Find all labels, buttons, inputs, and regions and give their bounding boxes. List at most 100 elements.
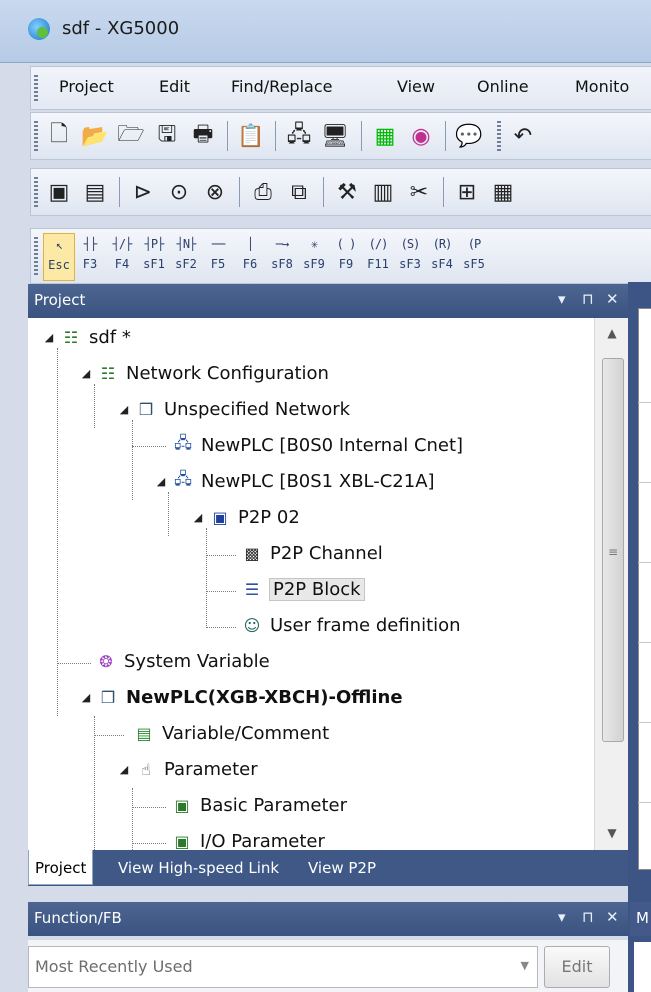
- open-folder-icon[interactable]: 📂: [81, 122, 109, 150]
- tree-item-p2p-02[interactable]: ◢ ▣ P2P 02: [191, 502, 300, 532]
- tree-item-p2p-channel[interactable]: ▩ P2P Channel: [240, 538, 382, 568]
- clipboard-icon[interactable]: 📋: [237, 122, 265, 150]
- toolbar-grip[interactable]: [34, 237, 38, 275]
- read-icon[interactable]: ⧉: [285, 178, 313, 206]
- print-icon[interactable]: 🖶: [189, 122, 217, 150]
- stop-icon[interactable]: ⊙: [165, 178, 193, 206]
- tree-item-newplc-offline[interactable]: ◢ ❒ NewPLC(XGB-XBCH)-Offline: [79, 682, 403, 712]
- comment-icon[interactable]: 💬: [455, 122, 483, 150]
- pin-icon[interactable]: ⊓: [582, 908, 594, 926]
- edit-button[interactable]: Edit: [544, 946, 610, 988]
- menu-find-replace[interactable]: Find/Replace: [231, 77, 332, 96]
- panel-dropdown-icon[interactable]: ▾: [558, 290, 566, 308]
- collapse-arrow-icon[interactable]: ◢: [79, 691, 93, 704]
- ladder-nc-contact-button[interactable]: ┤/├ F4: [107, 233, 137, 279]
- project-panel-header: Project ▾ ⊓ ✕: [28, 284, 628, 318]
- ladder-coil-button[interactable]: ( ) F9: [331, 233, 361, 279]
- scroll-thumb[interactable]: ≡: [602, 358, 624, 742]
- plc-network-icon: 🖧: [174, 468, 192, 488]
- pause-icon[interactable]: ⊗: [201, 178, 229, 206]
- scroll-up-icon[interactable]: ▲: [595, 318, 629, 348]
- menu-view[interactable]: View: [397, 77, 435, 96]
- tree-item-user-frame-definition[interactable]: ☺ User frame definition: [240, 610, 461, 640]
- ladder-vline-button[interactable]: │ F6: [235, 233, 265, 279]
- ladder-reset-coil-button[interactable]: (R) sF4: [427, 233, 457, 279]
- function-panel-title: Function/FB: [34, 909, 122, 927]
- pin-icon[interactable]: ⊓: [582, 290, 594, 308]
- menu-online[interactable]: Online: [477, 77, 529, 96]
- color-wheel-icon[interactable]: ◉: [407, 122, 435, 150]
- ladder-hline-button[interactable]: ── F5: [203, 233, 233, 279]
- ladder-p-coil-button[interactable]: (P sF5: [459, 233, 489, 279]
- tree-connector: [132, 420, 133, 500]
- function-category-combo[interactable]: Most Recently Used ▼: [28, 946, 538, 988]
- compare-icon[interactable]: ⊞: [453, 178, 481, 206]
- write-icon[interactable]: ⎙: [249, 178, 277, 206]
- grid-line: [638, 402, 651, 403]
- parameter-hand-icon: ☝: [141, 759, 151, 779]
- toolbar-grip[interactable]: [497, 121, 501, 151]
- menu-edit[interactable]: Edit: [159, 77, 190, 96]
- collapse-arrow-icon[interactable]: ◢: [154, 475, 168, 488]
- collapse-arrow-icon[interactable]: ◢: [191, 511, 205, 524]
- menu-monitor[interactable]: Monito: [575, 77, 629, 96]
- editor-document-edge[interactable]: [638, 308, 651, 870]
- close-icon[interactable]: ✕: [606, 908, 619, 926]
- ladder-p-contact-button[interactable]: ┤P├ sF1: [139, 233, 169, 279]
- tree-item-io-parameter[interactable]: ▣ I/O Parameter: [170, 826, 324, 851]
- tree-item-system-variable[interactable]: ❂ System Variable: [94, 646, 269, 676]
- toolbar-separator: [275, 121, 276, 151]
- collapse-arrow-icon[interactable]: ◢: [117, 403, 131, 416]
- collapse-arrow-icon[interactable]: ◢: [79, 367, 93, 380]
- network-settings-icon[interactable]: 🖥: [321, 122, 349, 150]
- module-icon[interactable]: ▥: [369, 178, 397, 206]
- new-file-icon[interactable]: 🗋: [45, 122, 73, 150]
- cut-icon[interactable]: ✂: [405, 178, 433, 206]
- tree-item-basic-parameter[interactable]: ▣ Basic Parameter: [170, 790, 347, 820]
- network-connect-icon[interactable]: 🖧: [285, 122, 313, 150]
- tree-item-unspecified-network[interactable]: ◢ ❒ Unspecified Network: [117, 394, 350, 424]
- monitor-icon[interactable]: ▦: [371, 122, 399, 150]
- device-icon[interactable]: ▣: [45, 178, 73, 206]
- tool-icon[interactable]: ⚒: [333, 178, 361, 206]
- grid-icon[interactable]: ▦: [489, 178, 517, 206]
- tree-connector: [206, 528, 207, 628]
- ladder-set-coil-button[interactable]: (S) sF3: [395, 233, 425, 279]
- open-project-icon[interactable]: 🗁: [117, 122, 145, 150]
- menubar-grip[interactable]: [34, 75, 38, 101]
- chevron-down-icon[interactable]: ▼: [521, 959, 529, 972]
- run-icon[interactable]: ⊳: [129, 178, 157, 206]
- project-panel-title: Project: [34, 291, 86, 309]
- tree-connector: [57, 348, 58, 716]
- scroll-down-icon[interactable]: ▼: [595, 818, 629, 848]
- tree-item-newplc-b0s1[interactable]: ◢ 🖧 NewPLC [B0S1 XBL-C21A]: [154, 466, 435, 496]
- ladder-contact-button[interactable]: ┤├ F3: [75, 233, 105, 279]
- save-icon[interactable]: 🖫: [153, 122, 181, 150]
- tree-item-parameter[interactable]: ◢ ☝ Parameter: [117, 754, 258, 784]
- tree-item-variable-comment[interactable]: ▤ Variable/Comment: [132, 718, 329, 748]
- tree-scrollbar[interactable]: ▲ ≡ ▼: [594, 318, 629, 850]
- ladder-invert-button[interactable]: ✳ sF9: [299, 233, 329, 279]
- panel-dropdown-icon[interactable]: ▾: [558, 908, 566, 926]
- close-icon[interactable]: ✕: [606, 290, 619, 308]
- ladder-esc-button[interactable]: ↖ Esc: [43, 233, 75, 281]
- toolbar-grip[interactable]: [34, 177, 38, 207]
- collapse-arrow-icon[interactable]: ◢: [42, 331, 56, 344]
- collapse-arrow-icon[interactable]: ◢: [117, 763, 131, 776]
- tree-item-network-configuration[interactable]: ◢ ☷ Network Configuration: [79, 358, 329, 388]
- ladder-nc-coil-button[interactable]: (/) F11: [363, 233, 393, 279]
- tab-view-high-speed-link[interactable]: View High-speed Link: [112, 850, 285, 886]
- network-icon: ☷: [100, 363, 116, 383]
- tree-item-sdf[interactable]: ◢ ☷ sdf *: [42, 322, 131, 352]
- plc-icon[interactable]: ▤: [81, 178, 109, 206]
- tree-item-newplc-b0s0[interactable]: 🖧 NewPLC [B0S0 Internal Cnet]: [171, 430, 463, 460]
- tab-view-p2p[interactable]: View P2P: [302, 850, 382, 886]
- ladder-arrow-button[interactable]: ─→ sF8: [267, 233, 297, 279]
- tree-item-p2p-block[interactable]: ☰ P2P Block: [240, 574, 365, 604]
- tree-connector: [206, 627, 236, 628]
- tab-project[interactable]: Project: [28, 850, 94, 885]
- undo-icon[interactable]: ↶: [509, 122, 537, 150]
- menu-project[interactable]: Project: [59, 77, 114, 96]
- toolbar-grip[interactable]: [34, 121, 38, 151]
- ladder-n-contact-button[interactable]: ┤N├ sF2: [171, 233, 201, 279]
